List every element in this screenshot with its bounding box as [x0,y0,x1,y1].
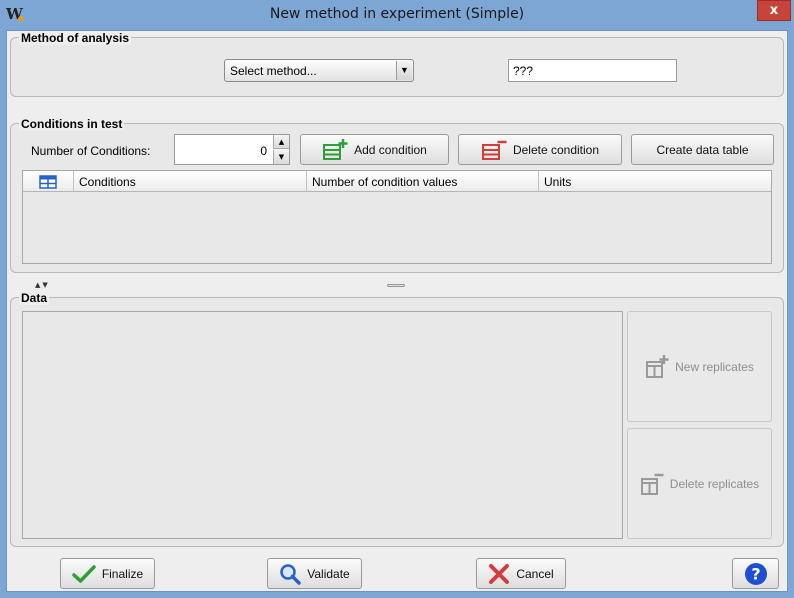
method-select[interactable]: Select method... ▼ [224,59,414,82]
close-button[interactable]: x [757,0,791,21]
delete-replicates-label: Delete replicates [669,476,760,491]
method-of-analysis-group: Method of analysis Select method... ▼ ??… [10,31,784,97]
column-header-number-of-condition-values[interactable]: Number of condition values [306,171,538,192]
checkmark-icon [72,564,96,583]
data-table-area[interactable] [22,311,623,539]
data-group: Data New replicates Delete replicates [10,291,784,547]
cancel-button[interactable]: Cancel [476,558,566,589]
number-of-conditions-spinner[interactable]: 0 ▲ ▼ [174,134,290,165]
add-condition-icon [323,138,348,160]
delete-condition-button[interactable]: Delete condition [458,134,622,165]
add-condition-button[interactable]: Add condition [300,134,449,165]
title-bar[interactable]: W New method in experiment (Simple) x [0,0,794,30]
conditions-table-header: Conditions Number of condition values Un… [23,171,771,192]
table-corner[interactable] [23,171,73,192]
column-header-conditions[interactable]: Conditions [73,171,306,192]
delete-replicates-icon [640,473,664,495]
new-replicates-label: New replicates [675,359,754,374]
finalize-label: Finalize [101,566,144,581]
method-group-title: Method of analysis [19,31,132,45]
number-of-conditions-value: 0 [260,144,267,158]
data-group-title: Data [19,291,50,305]
number-of-conditions-label: Number of Conditions: [31,144,151,158]
method-name-input[interactable]: ??? [508,59,677,82]
conditions-group-title: Conditions in test [19,117,125,131]
split-pane-divider[interactable]: ▲▼ [7,281,787,290]
chevron-down-icon[interactable]: ▼ [396,61,412,80]
cancel-label: Cancel [516,566,554,581]
magnifier-icon [280,563,301,585]
new-replicates-icon [646,354,669,378]
conditions-in-test-group: Conditions in test Number of Conditions:… [10,117,784,273]
new-replicates-button[interactable]: New replicates [627,311,772,422]
method-select-value: Select method... [230,64,317,78]
delete-replicates-button[interactable]: Delete replicates [627,428,772,539]
table-grid-icon[interactable] [39,175,57,189]
create-data-table-label: Create data table [656,142,749,157]
create-data-table-button[interactable]: Create data table [631,134,774,165]
finalize-button[interactable]: Finalize [60,558,155,589]
dialog-content: Method of analysis Select method... ▼ ??… [6,30,788,592]
window-title: New method in experiment (Simple) [269,6,525,22]
conditions-table: Conditions Number of condition values Un… [22,170,772,264]
divider-collapse-arrows-icon[interactable]: ▲▼ [35,281,50,290]
spinner-down-arrow-icon[interactable]: ▼ [273,150,289,164]
help-icon: ? [744,562,767,585]
help-button[interactable]: ? [732,558,779,589]
validate-button[interactable]: Validate [267,558,362,589]
dialog-window: W New method in experiment (Simple) x Me… [0,0,794,598]
divider-grip-icon[interactable] [387,284,405,287]
column-header-units[interactable]: Units [538,171,771,192]
validate-label: Validate [307,566,350,581]
add-condition-label: Add condition [354,142,427,157]
delete-condition-icon [481,140,507,160]
spinner-up-arrow-icon[interactable]: ▲ [273,135,289,149]
cancel-x-icon [489,563,510,584]
svg-text:?: ? [751,564,760,583]
delete-condition-label: Delete condition [512,142,600,157]
